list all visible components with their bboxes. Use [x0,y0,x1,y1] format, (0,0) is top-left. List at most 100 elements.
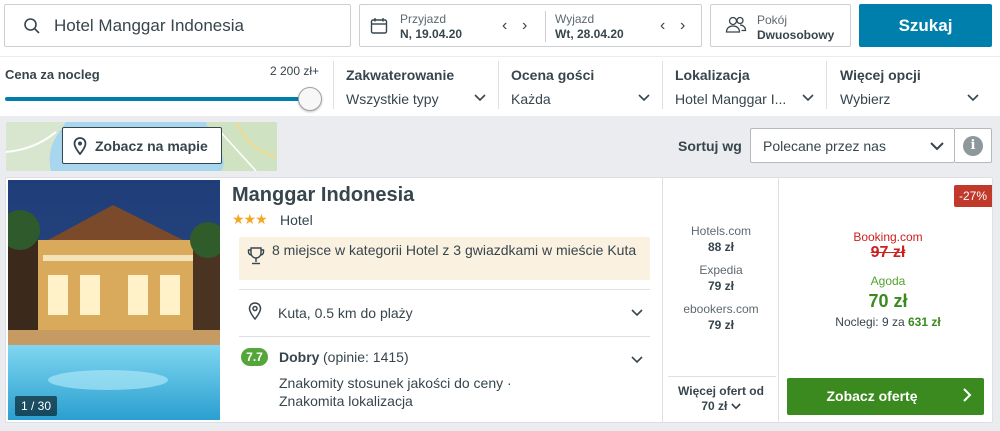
price-slider-track[interactable] [5,97,311,101]
view-offer-label: Zobacz ofertę [826,388,918,404]
calendar-icon [370,17,388,38]
hotel-type: Hotel [280,212,313,228]
rating-description: Znakomity stosunek jakości do ceny · Zna… [279,375,512,409]
divider [239,289,650,290]
checkin-label: Przyjazd [400,12,447,26]
filter-location-value: Hotel Manggar I... [675,91,787,107]
rooms-value: Dwuosobowy [757,28,835,42]
view-on-map-label: Zobacz na mapie [95,138,208,154]
star-rating: ★★★ [232,211,268,227]
nights-text: Noclegi: 9 za [835,315,905,329]
rating-count[interactable]: (opinie: 1415) [323,349,409,365]
chevron-down-icon [730,399,741,413]
chevron-down-icon[interactable] [631,306,643,320]
filter-more-options-title: Więcej opcji [840,67,921,83]
rooms-selector[interactable]: Pokój Dwuosobowy [710,4,851,47]
checkout-label: Wyjazd [555,12,595,26]
view-on-map-button[interactable]: Zobacz na mapie [62,127,222,164]
checkin-prev-icon[interactable]: ‹ [502,17,507,35]
price-filter-label: Cena za nocleg [5,67,100,82]
sort-label: Sortuj wg [678,138,742,154]
divider [668,376,776,377]
date-divider [545,11,546,42]
price-filter: Cena za nocleg 2 200 zł+ [5,61,325,113]
offer-item[interactable]: Expedia 79 zł [664,263,778,293]
rating-word[interactable]: Dobry [279,349,319,365]
checkout-next-icon[interactable]: › [680,17,685,35]
rooms-label: Pokój [757,13,788,27]
checkout-prev-icon[interactable]: ‹ [660,17,665,35]
filter-more-options-value: Wybierz [840,91,891,107]
checkin-value[interactable]: N, 19.04.20 [400,27,462,41]
filter-location[interactable]: Lokalizacja Hotel Manggar I... [675,61,818,113]
chevron-right-icon [962,387,972,408]
sort-select[interactable]: Polecane przez nas [750,128,955,163]
more-offers-label: Więcej ofert od [678,384,764,398]
filter-divider [333,61,334,109]
divider [239,336,650,337]
chevron-down-icon [930,137,944,158]
price-slider-handle[interactable] [298,87,322,111]
column-divider [662,178,663,422]
hotel-name[interactable]: Manggar Indonesia [232,184,414,207]
guests-icon [725,15,747,38]
map-pin-icon [73,137,87,158]
checkin-next-icon[interactable]: › [522,17,527,35]
info-icon: i [963,136,983,156]
filter-accommodation-title: Zakwaterowanie [346,67,455,83]
offer-source: Expedia [699,263,743,277]
discount-badge: -27% [954,185,993,207]
filter-guest-rating-value: Każda [511,91,551,107]
checkout-value[interactable]: Wt, 28.04.20 [555,27,624,41]
deal-price: 70 zł [868,291,908,311]
offer-source: ebookers.com [683,302,759,316]
offer-price: 79 zł [707,318,734,332]
offer-item[interactable]: Hotels.com 88 zł [664,224,778,254]
chevron-down-icon [638,91,650,105]
filter-more-options[interactable]: Więcej opcji Wybierz [840,61,983,113]
filter-divider [498,61,499,109]
chevron-down-icon [802,91,814,105]
filter-accommodation-value: Wszystkie typy [346,91,439,107]
search-button[interactable]: Szukaj [859,4,992,47]
award-text: 8 miejsce w kategorii Hotel z 3 gwiazdka… [272,242,637,258]
photo-counter: 1 / 30 [15,396,58,416]
filter-guest-rating[interactable]: Ocena gości Każda [511,61,654,113]
search-input[interactable]: Hotel Manggar Indonesia [4,4,351,47]
crossed-offer-price: 97 zł [870,244,906,261]
nights-total: Noclegi: 9 za 631 zł [788,315,988,329]
more-offers-price: 70 zł [701,399,728,413]
crossed-offer-source: Booking.com [853,230,923,244]
chevron-down-icon [474,91,486,105]
view-offer-button[interactable]: Zobacz ofertę [787,378,984,415]
nights-total-price: 631 zł [908,315,941,329]
filter-accommodation[interactable]: Zakwaterowanie Wszystkie typy [346,61,490,113]
trophy-icon [247,246,265,269]
more-offers-link[interactable]: Więcej ofert od 70 zł [664,384,778,414]
search-bar: Hotel Manggar Indonesia Przyjazd N, 19.0… [0,0,1000,56]
chevron-down-icon [967,91,979,105]
filter-location-title: Lokalizacja [675,67,750,83]
hotel-location[interactable]: Kuta, 0.5 km do plaży [278,305,413,321]
column-divider [778,178,779,422]
filters-bar: Cena za nocleg 2 200 zł+ Zakwaterowanie … [0,56,1000,116]
offer-source: Hotels.com [690,224,752,238]
deal-source: Agoda [870,274,906,288]
rating-badge: 7.7 [241,348,268,366]
hotel-card[interactable]: 1 / 30 Manggar Indonesia ★★★ Hotel 8 mie… [5,177,993,423]
offer-price: 88 zł [707,240,734,254]
date-picker[interactable]: Przyjazd N, 19.04.20 ‹ › Wyjazd Wt, 28.0… [359,4,702,47]
chevron-down-icon[interactable] [631,353,643,367]
sort-value: Polecane przez nas [763,138,886,154]
location-pin-icon [248,302,262,323]
offer-item[interactable]: ebookers.com 79 zł [664,302,778,332]
sort-info-button[interactable]: i [955,128,992,163]
filter-guest-rating-title: Ocena gości [511,67,595,83]
offer-price: 79 zł [707,279,734,293]
hotel-photo[interactable]: 1 / 30 [8,180,220,420]
filter-divider [826,61,827,109]
search-icon [23,17,41,38]
price-filter-max: 2 200 zł+ [270,64,320,78]
award-banner: 8 miejsce w kategorii Hotel z 3 gwiazdka… [239,237,650,280]
search-query: Hotel Manggar Indonesia [54,16,244,35]
